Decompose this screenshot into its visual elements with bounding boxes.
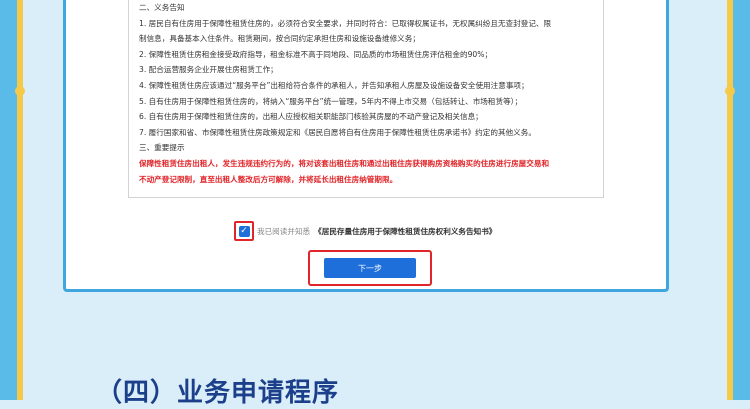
next-button-highlight: 下一步 <box>308 250 432 286</box>
notice-text-line: 1. 居民自有住房用于保障性租赁住房的，必须符合安全要求，并同时符合：已取得权属… <box>139 18 552 28</box>
section-title: （四）业务申请程序 <box>96 378 340 408</box>
agreement-label: 我已阅读并知悉 <box>257 226 311 236</box>
agreement-row: ✓ 我已阅读并知悉 《居民存量住房用于保障性租赁住房权利义务告知书》 <box>234 221 496 241</box>
left-yellow-rail <box>17 0 23 400</box>
notice-text-line: 7. 履行国家和省、市保障性租赁住房政策规定和《居民自愿将自有住房用于保障性租赁… <box>139 127 536 137</box>
notice-text-line: 3. 配合运营服务企业开展住房租赁工作； <box>139 65 278 75</box>
notice-text-line: 三、重要提示 <box>139 143 185 153</box>
obligation-notice-panel: 二、义务告知 1. 居民自有住房用于保障性租赁住房的，必须符合安全要求，并同时符合… <box>128 0 604 198</box>
agreement-checkbox[interactable]: ✓ <box>238 225 250 237</box>
right-rail-dot <box>725 86 735 96</box>
agreement-document-link[interactable]: 《居民存量住房用于保障性租赁住房权利义务告知书》 <box>314 226 496 237</box>
screenshot-card: 二、义务告知 1. 居民自有住房用于保障性租赁住房的，必须符合安全要求，并同时符合… <box>63 0 669 292</box>
notice-text-line: 4. 保障性租赁住房应该通过“服务平台”出租给符合条件的承租人，并告知承租人房屋… <box>139 80 529 90</box>
checkmark-icon: ✓ <box>240 225 248 236</box>
notice-text-line: 5. 自有住房用于保障性租赁住房的，将纳入“服务平台”统一管理，5年内不得上市交… <box>139 96 523 106</box>
left-blue-band <box>0 0 17 400</box>
notice-text-line: 2. 保障性租赁住房租金接受政府指导，租金标准不高于同地段、同品质的市场租赁住房… <box>139 49 493 59</box>
right-blue-band <box>733 0 750 400</box>
next-step-button[interactable]: 下一步 <box>324 258 416 278</box>
notice-text-line: 制信息，具备基本入住条件。租赁期间，按合同约定承担住房和设施设备维修义务； <box>139 34 420 44</box>
checkbox-highlight: ✓ <box>234 221 254 241</box>
notice-text-line: 6. 自有住房用于保障性租赁住房的，出租人应授权相关职能部门核验其房屋的不动产登… <box>139 112 483 122</box>
warning-text-line: 保障性租赁住房出租人，发生违规违约行为的，将对该套出租住房和通过出租住房获得购房… <box>139 158 550 168</box>
right-yellow-rail <box>727 0 733 400</box>
warning-text-line: 不动产登记限制，直至出租人整改后方可解除，并将延长出租住房纳管期限。 <box>139 174 398 184</box>
notice-text-line: 二、义务告知 <box>139 3 185 12</box>
left-rail-dot <box>15 86 25 96</box>
